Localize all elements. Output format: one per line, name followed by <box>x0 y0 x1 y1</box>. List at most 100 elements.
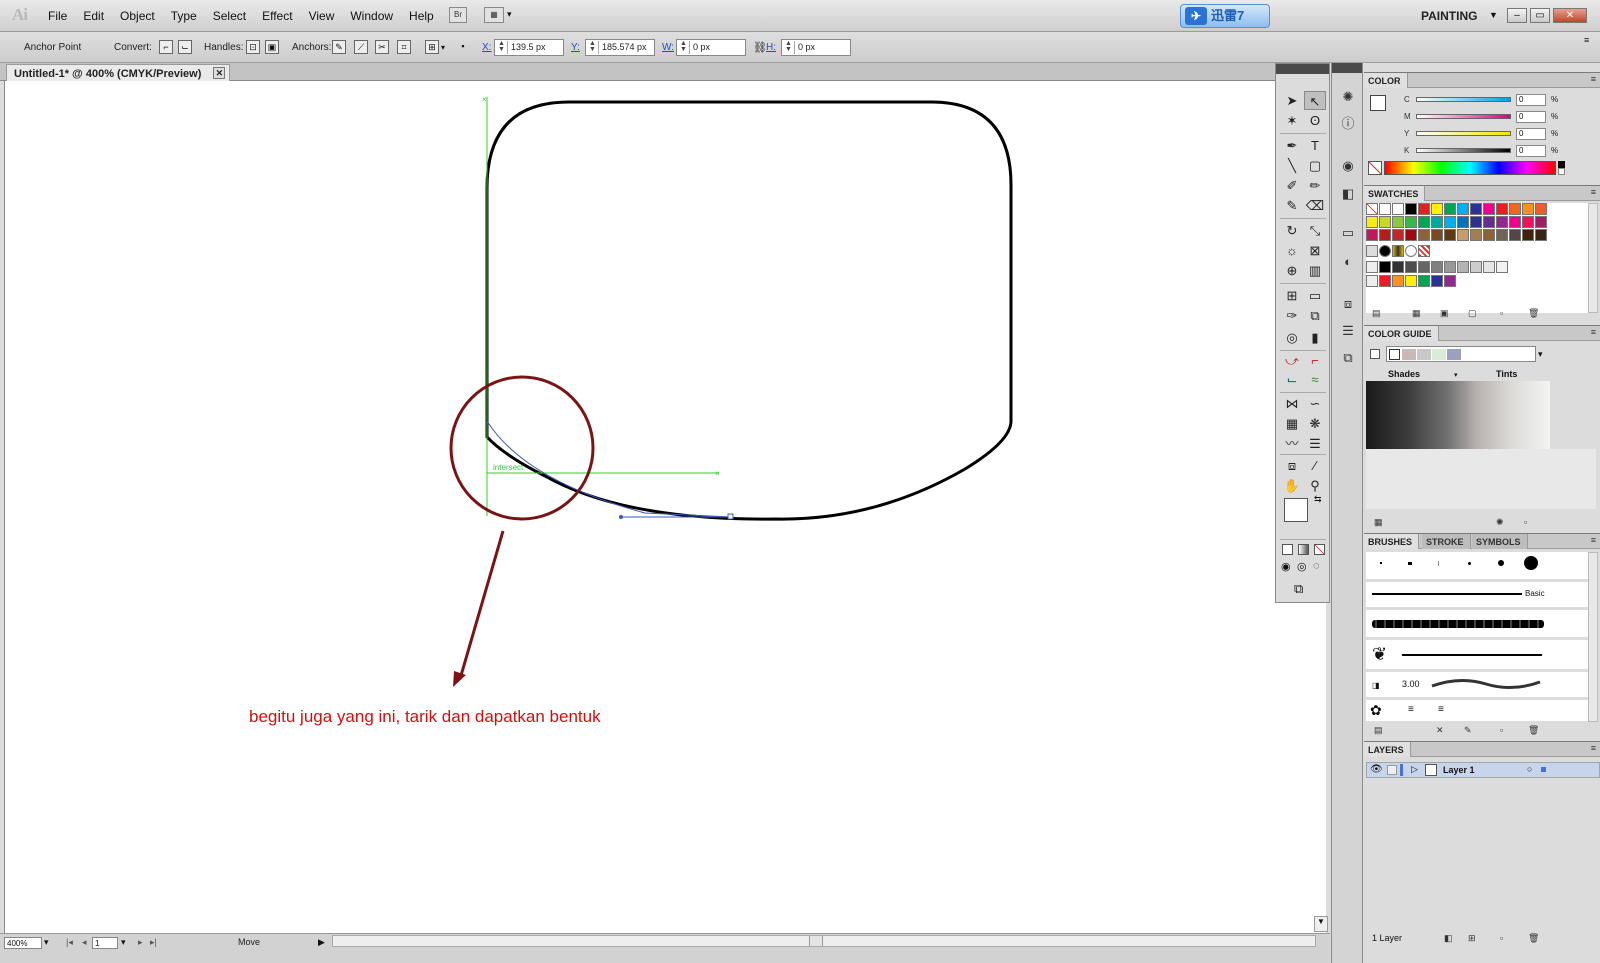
swatch-gray-10[interactable] <box>1496 261 1508 273</box>
yellow-value[interactable]: 0 <box>1516 128 1546 140</box>
brushes-scrollbar[interactable] <box>1588 552 1598 722</box>
swatch-r2-10[interactable] <box>1483 216 1495 228</box>
swatch-r3-6[interactable] <box>1431 229 1443 241</box>
w-field[interactable]: ▲ ▼ 0 px <box>676 39 746 56</box>
rotate-tool-icon[interactable]: ↻ <box>1281 221 1303 240</box>
swatch-r3-4[interactable] <box>1405 229 1417 241</box>
align-icon[interactable]: ☰ <box>1304 434 1326 453</box>
menu-help[interactable]: Help <box>401 9 442 23</box>
swatch-magenta[interactable] <box>1483 203 1495 215</box>
swatch-pattern-1[interactable] <box>1366 245 1378 257</box>
transform-icon[interactable]: ⊞ <box>425 40 439 54</box>
color-panel-menu-icon[interactable]: ≡ <box>1591 74 1596 84</box>
swatch-r2-6[interactable] <box>1431 216 1443 228</box>
y-stepper-icon[interactable]: ▲ ▼ <box>587 40 599 54</box>
swatch-r3-9[interactable] <box>1470 229 1482 241</box>
harmony-rules-bar[interactable] <box>1386 346 1536 362</box>
shades-tints-grid[interactable] <box>1366 381 1550 449</box>
transform-panel-icon[interactable]: ⧈ <box>1338 294 1358 314</box>
swatch-r3-14[interactable] <box>1535 229 1547 241</box>
swatch-r3-8[interactable] <box>1457 229 1469 241</box>
zoom-dropdown-icon[interactable]: ▾ <box>44 937 49 948</box>
menu-type[interactable]: Type <box>163 9 205 23</box>
new-swatch-icon[interactable]: ▫ <box>1500 308 1503 318</box>
rectangle-tool-icon[interactable]: ▢ <box>1304 156 1326 175</box>
shape-builder-icon[interactable]: ⊕ <box>1281 261 1303 280</box>
navigator-icon[interactable]: ✺ <box>1338 87 1358 107</box>
swatch-r3-3[interactable] <box>1392 229 1404 241</box>
menu-select[interactable]: Select <box>205 9 254 23</box>
color-tab[interactable]: COLOR <box>1364 73 1408 88</box>
cyan-value[interactable]: 0 <box>1516 94 1546 106</box>
color-guide-menu-icon[interactable]: ≡ <box>1591 327 1596 337</box>
bridge-button[interactable]: Br <box>449 7 467 23</box>
menu-object[interactable]: Object <box>112 9 163 23</box>
control-bar-menu-icon[interactable]: ≡ <box>1584 35 1589 45</box>
tools-panel-header[interactable] <box>1276 64 1329 74</box>
stroke-tab[interactable]: STROKE <box>1422 534 1471 549</box>
swatch-bright-5[interactable] <box>1431 275 1443 287</box>
column-graph-icon[interactable]: ▮ <box>1304 328 1326 347</box>
draw-normal-icon[interactable]: ◉ <box>1281 560 1291 573</box>
lock-toggle-icon[interactable] <box>1387 765 1397 775</box>
align-panel-icon[interactable]: ☰ <box>1338 321 1358 341</box>
remove-anchor-icon[interactable]: ✎ <box>332 40 346 54</box>
swatch-bright-6[interactable] <box>1444 275 1456 287</box>
arrange-dropdown-icon[interactable]: ▾ <box>507 9 512 20</box>
color-guide-tab[interactable]: COLOR GUIDE <box>1364 326 1439 341</box>
swatch-r2-5[interactable] <box>1418 216 1430 228</box>
shades-dropdown-icon[interactable]: ▾ <box>1454 371 1458 379</box>
swatch-registration[interactable] <box>1379 203 1391 215</box>
xunlei-tray-button[interactable]: ✈ 迅雷7 <box>1180 4 1270 28</box>
width-tool-icon[interactable]: ∽ <box>1304 394 1326 413</box>
brush-dot-3[interactable] <box>1438 561 1439 566</box>
next-page-icon[interactable]: ▸ <box>138 937 143 948</box>
brush-libraries-icon[interactable]: ▤ <box>1374 725 1383 736</box>
swatch-white[interactable] <box>1392 203 1404 215</box>
pressure-brush-row[interactable]: ◨ 3.00 <box>1366 672 1598 698</box>
selection-tool-icon[interactable]: ➤ <box>1281 91 1303 110</box>
swatch-gray-8[interactable] <box>1470 261 1482 273</box>
swatch-r3-11[interactable] <box>1496 229 1508 241</box>
swatch-options-icon[interactable]: ▣ <box>1440 308 1449 319</box>
harmony-dropdown-icon[interactable]: ▾ <box>1538 349 1543 360</box>
menu-edit[interactable]: Edit <box>75 9 112 23</box>
show-handles-icon[interactable]: ⊡ <box>246 40 260 54</box>
charcoal-brush-row[interactable] <box>1366 610 1598 638</box>
magenta-value[interactable]: 0 <box>1516 111 1546 123</box>
twirl-tool-icon[interactable]: ❋ <box>1304 414 1326 433</box>
swatch-pattern-2[interactable] <box>1379 245 1391 257</box>
swatch-cyan[interactable] <box>1457 203 1469 215</box>
basic-brush-row[interactable]: Basic <box>1366 582 1598 608</box>
gradient-panel-icon[interactable]: ▭ <box>1338 223 1358 243</box>
swatch-group-gray-icon[interactable] <box>1366 261 1378 273</box>
rounded-shape-path[interactable] <box>485 100 1013 521</box>
cyan-slider[interactable] <box>1416 97 1511 102</box>
artboard-tool-icon[interactable]: ⧈ <box>1281 456 1303 475</box>
selected-segment-path[interactable] <box>486 420 732 518</box>
swatch-gray-9[interactable] <box>1483 261 1495 273</box>
transparency-icon[interactable]: ◐ <box>1338 252 1358 272</box>
brush-options-icon[interactable]: ✎ <box>1464 725 1472 736</box>
make-clipping-mask-icon[interactable]: ◧ <box>1444 933 1453 944</box>
none-color-icon[interactable] <box>1368 161 1382 175</box>
draw-behind-icon[interactable]: ◎ <box>1297 560 1307 573</box>
grid-tool-icon[interactable]: ▦ <box>1281 414 1303 433</box>
x-stepper-icon[interactable]: ▲ ▼ <box>496 40 508 54</box>
swatch-r3-2[interactable] <box>1379 229 1391 241</box>
close-window-button[interactable]: ✕ <box>1553 8 1587 23</box>
black-slider[interactable] <box>1416 148 1511 153</box>
symbols-tab[interactable]: SYMBOLS <box>1472 534 1528 549</box>
swatch-none[interactable] <box>1366 203 1378 215</box>
free-transform-icon[interactable]: ⊠ <box>1304 241 1326 260</box>
swatch-pattern-3[interactable] <box>1392 245 1404 257</box>
symbol-sprayer-icon[interactable]: ◎ <box>1281 328 1303 347</box>
type-tool-icon[interactable]: T <box>1304 136 1326 155</box>
x-field[interactable]: ▲ ▼ 139.5 px <box>494 39 564 56</box>
swatch-r2-1[interactable] <box>1366 216 1378 228</box>
new-brush-icon[interactable]: ▫ <box>1500 725 1503 735</box>
pen-tool-icon[interactable]: ✒ <box>1281 136 1303 155</box>
h-field[interactable]: ▲ ▼ 0 px <box>781 39 851 56</box>
decorative-brush-row[interactable]: ❦ <box>1366 640 1598 670</box>
mesh-tool-icon[interactable]: ⋈ <box>1281 394 1303 413</box>
